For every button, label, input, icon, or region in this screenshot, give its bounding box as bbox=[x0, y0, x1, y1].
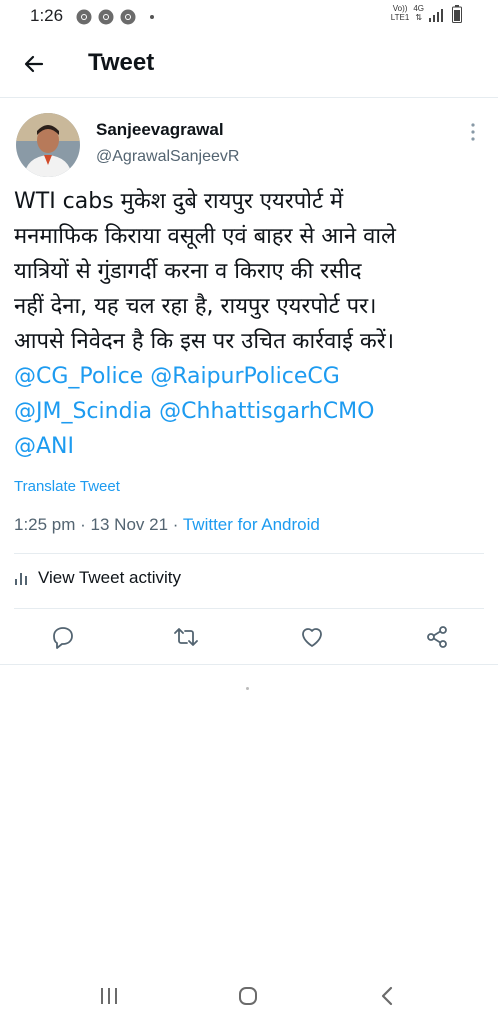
system-back-button[interactable] bbox=[372, 984, 402, 1008]
meta-separator: · bbox=[168, 515, 183, 534]
recent-apps-button[interactable] bbox=[94, 984, 124, 1008]
network-status: Vo)) LTE1 4G ⇅ bbox=[391, 5, 462, 23]
tweet-text-line: WTI cabs मुकेश दुबे रायपुर एयरपोर्ट में bbox=[14, 189, 344, 214]
more-notifications-dot bbox=[150, 15, 154, 19]
more-options-icon[interactable] bbox=[465, 120, 481, 144]
page-title: Tweet bbox=[88, 49, 155, 76]
data-arrows-icon: ⇅ bbox=[415, 13, 423, 22]
tweet-text-line: मनमाफिक किराया वसूली एवं बाहर से आने वाल… bbox=[14, 224, 396, 249]
loading-indicator bbox=[246, 687, 249, 690]
actions-divider bbox=[0, 664, 498, 665]
bar-chart-icon bbox=[15, 573, 27, 585]
share-icon[interactable] bbox=[424, 624, 450, 650]
home-button[interactable] bbox=[233, 984, 263, 1008]
notification-icons bbox=[76, 9, 154, 25]
tweet-source-link[interactable]: Twitter for Android bbox=[183, 515, 320, 534]
reply-icon[interactable] bbox=[50, 624, 76, 650]
mention-line[interactable]: @JM_Scindia @ChhattisgarhCMO bbox=[14, 394, 490, 429]
author-handle[interactable]: @AgrawalSanjeevR bbox=[96, 148, 239, 166]
tweet-text-line: यात्रियों से गुंडागर्दी करना व किराए की … bbox=[14, 259, 362, 284]
author-name[interactable]: Sanjeevagrawal bbox=[96, 120, 224, 140]
profile-photo bbox=[16, 113, 80, 177]
arrow-left-icon bbox=[24, 55, 44, 73]
retweet-icon[interactable] bbox=[173, 624, 199, 650]
tweet-date: 13 Nov 21 bbox=[90, 515, 169, 534]
chrome-icon bbox=[76, 9, 92, 25]
header-divider bbox=[0, 97, 498, 98]
tweet-time: 1:25 pm bbox=[14, 515, 76, 534]
avatar[interactable] bbox=[16, 113, 80, 177]
tweet-text: WTI cabs मुकेश दुबे रायपुर एयरपोर्ट में … bbox=[14, 184, 490, 464]
view-activity-label: View Tweet activity bbox=[38, 568, 181, 587]
meta-separator: · bbox=[75, 515, 91, 534]
chrome-icon bbox=[120, 9, 136, 25]
back-icon bbox=[381, 986, 393, 1006]
translate-tweet-link[interactable]: Translate Tweet bbox=[14, 478, 120, 495]
system-nav-bar bbox=[0, 970, 498, 1024]
back-button[interactable] bbox=[18, 48, 50, 80]
tweet-meta: 1:25 pm · 13 Nov 21 · Twitter for Androi… bbox=[14, 515, 320, 535]
tweet-actions bbox=[0, 618, 498, 654]
mention-line[interactable]: @CG_Police @RaipurPoliceCG bbox=[14, 359, 490, 394]
signal-icon bbox=[429, 9, 443, 22]
recent-apps-icon bbox=[101, 988, 117, 1004]
chrome-icon bbox=[98, 9, 114, 25]
top-app-bar: Tweet bbox=[0, 34, 498, 94]
status-bar: 1:26 Vo)) LTE1 4G ⇅ bbox=[0, 0, 498, 34]
status-time: 1:26 bbox=[30, 6, 64, 25]
mention-line[interactable]: @ANI bbox=[14, 429, 490, 464]
tweet-text-line: आपसे निवेदन है कि इस पर उचित कार्रवाई कर… bbox=[14, 329, 395, 354]
network-type-indicator: 4G ⇅ bbox=[413, 5, 424, 23]
home-icon bbox=[239, 987, 257, 1005]
activity-divider bbox=[14, 608, 484, 609]
view-activity-button[interactable]: View Tweet activity bbox=[14, 568, 181, 588]
volte-indicator: Vo)) LTE1 bbox=[391, 5, 410, 23]
lte-label: LTE1 bbox=[390, 13, 410, 22]
tweet-text-line: नहीं देना, यह चल रहा है, रायपुर एयरपोर्ट… bbox=[14, 294, 377, 319]
like-icon[interactable] bbox=[299, 624, 325, 650]
meta-divider bbox=[14, 553, 484, 554]
battery-icon bbox=[452, 5, 462, 23]
